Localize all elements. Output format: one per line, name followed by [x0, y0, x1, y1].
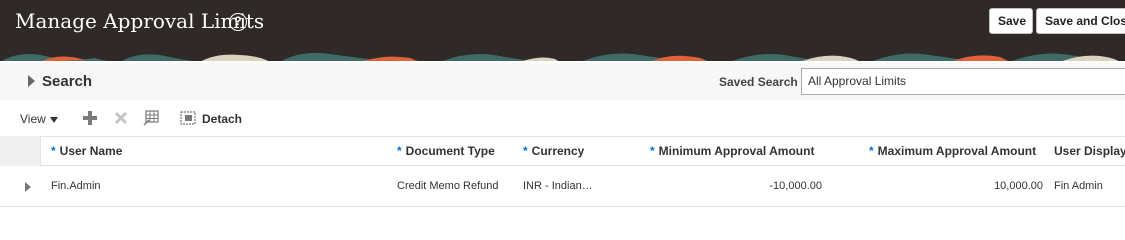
column-header-label: Maximum Approval Amount — [877, 144, 1037, 158]
delete-icon[interactable] — [113, 110, 129, 131]
required-marker: * — [869, 144, 874, 158]
row-header-column — [0, 136, 41, 166]
expand-triangle-icon[interactable] — [28, 75, 35, 87]
add-icon[interactable] — [82, 110, 98, 131]
column-header-currency[interactable]: * Currency — [523, 144, 584, 158]
required-marker: * — [51, 144, 56, 158]
column-header-label: Minimum Approval Amount — [658, 144, 815, 158]
column-header-max-amount[interactable]: * Maximum Approval Amount — [869, 144, 1036, 158]
cell-max-amount: 10,000.00 — [994, 180, 1043, 192]
row-expand-icon[interactable] — [25, 182, 31, 192]
page-header: Manage Approval Limits ? Save Save and C… — [0, 0, 1125, 49]
column-header-label: User Name — [59, 144, 123, 158]
view-menu[interactable]: View — [20, 112, 46, 126]
cell-document-type: Credit Memo Refund — [397, 180, 499, 192]
column-header-label: Document Type — [405, 144, 495, 158]
save-button[interactable]: Save — [989, 8, 1033, 34]
column-header-document-type[interactable]: * Document Type — [397, 144, 495, 158]
decorative-banner — [0, 49, 1125, 61]
column-header-user-name[interactable]: * User Name — [51, 144, 122, 158]
save-and-close-button[interactable]: Save and Close — [1036, 8, 1125, 34]
column-header-min-amount[interactable]: * Minimum Approval Amount — [650, 144, 814, 158]
column-header-user-display[interactable]: User Display — [1054, 144, 1125, 158]
search-title[interactable]: Search — [42, 73, 92, 90]
detach-button[interactable]: Detach — [202, 112, 242, 126]
help-circle-icon[interactable]: ? — [229, 13, 247, 31]
caret-down-icon[interactable] — [50, 117, 58, 123]
page-title: Manage Approval Limits — [15, 9, 265, 33]
required-marker: * — [650, 144, 655, 158]
required-marker: * — [523, 144, 528, 158]
cell-min-amount: -10,000.00 — [769, 180, 822, 192]
table-toolbar: View Detach — [0, 104, 1125, 134]
cell-user-name: Fin.Admin — [51, 180, 101, 192]
saved-search-label: Saved Search — [719, 75, 798, 89]
required-marker: * — [397, 144, 402, 158]
freeze-icon[interactable] — [143, 110, 159, 131]
banner-pattern-icon — [0, 50, 1125, 61]
detach-icon[interactable] — [180, 110, 196, 131]
cell-user-display: Fin Admin — [1054, 180, 1103, 192]
column-header-label: Currency — [531, 144, 585, 158]
saved-search-select[interactable]: All Approval Limits — [801, 68, 1125, 95]
cell-currency: INR - Indian… — [523, 180, 593, 192]
